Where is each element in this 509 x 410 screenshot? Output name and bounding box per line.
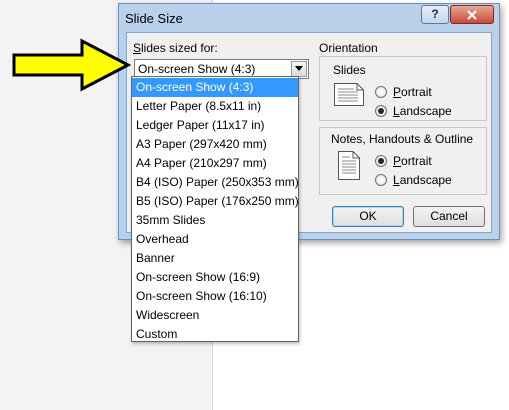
dropdown-option[interactable]: Custom [132, 325, 298, 344]
dropdown-option[interactable]: A3 Paper (297x420 mm) [132, 135, 298, 154]
portrait-page-icon [338, 151, 360, 180]
dropdown-option[interactable]: A4 Paper (210x297 mm) [132, 154, 298, 173]
close-icon [467, 10, 477, 20]
notes-landscape-radio[interactable] [375, 174, 387, 186]
slides-sized-for-dropdown-list[interactable]: On-screen Show (4:3) Letter Paper (8.5x11… [131, 76, 299, 342]
screenshot-canvas: Slide Size ? Slides sized for: On-screen… [0, 0, 509, 410]
ok-button[interactable]: OK [332, 206, 404, 227]
yellow-arrow-icon [12, 38, 132, 92]
dropdown-option[interactable]: Widescreen [132, 306, 298, 325]
close-button[interactable] [450, 5, 494, 24]
combo-selected-value: On-screen Show (4:3) [138, 62, 256, 76]
dropdown-option[interactable]: B4 (ISO) Paper (250x353 mm) [132, 173, 299, 192]
slides-landscape-label[interactable]: Landscape [393, 104, 452, 118]
slides-orientation-label: Slides [331, 63, 368, 77]
cancel-button[interactable]: Cancel [413, 206, 485, 227]
dropdown-option[interactable]: On-screen Show (16:9) [132, 268, 298, 287]
help-button[interactable]: ? [421, 5, 449, 24]
dropdown-option[interactable]: 35mm Slides [132, 211, 298, 230]
slides-portrait-radio[interactable] [375, 86, 387, 98]
combo-dropdown-button[interactable] [291, 61, 307, 77]
chevron-down-icon [295, 66, 303, 71]
notes-portrait-label[interactable]: Portrait [393, 154, 432, 168]
dialog-title: Slide Size [125, 11, 183, 26]
landscape-page-icon [334, 83, 364, 106]
slides-portrait-label[interactable]: Portrait [393, 85, 432, 99]
orientation-label: Orientation [319, 41, 378, 55]
dropdown-option[interactable]: On-screen Show (4:3) [132, 78, 298, 97]
notes-landscape-label[interactable]: Landscape [393, 173, 452, 187]
slides-landscape-radio[interactable] [375, 105, 387, 117]
dialog-titlebar[interactable]: Slide Size ? [119, 4, 499, 32]
slides-sized-for-label: Slides sized for: [133, 41, 218, 55]
dropdown-option[interactable]: On-screen Show (16:10) [132, 287, 298, 306]
dropdown-option[interactable]: Ledger Paper (11x17 in) [132, 116, 298, 135]
dropdown-option[interactable]: Overhead [132, 230, 298, 249]
dropdown-option[interactable]: B5 (ISO) Paper (176x250 mm) [132, 192, 299, 211]
dropdown-option[interactable]: Banner [132, 249, 298, 268]
notes-portrait-radio[interactable] [375, 155, 387, 167]
dropdown-option[interactable]: Letter Paper (8.5x11 in) [132, 97, 298, 116]
notes-handouts-outline-label: Notes, Handouts & Outline [331, 132, 474, 146]
